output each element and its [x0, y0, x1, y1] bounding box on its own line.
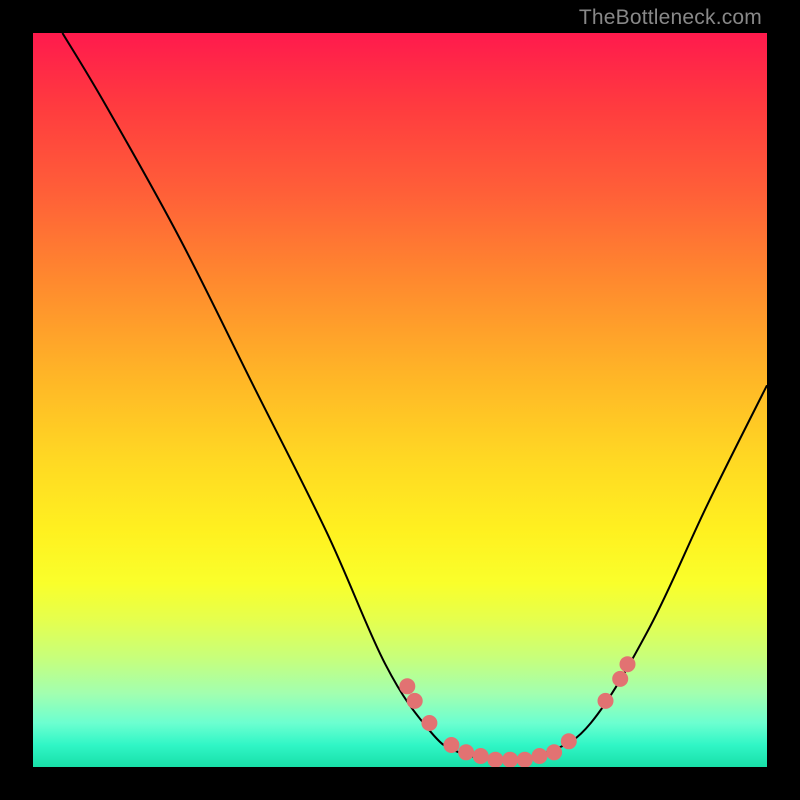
data-dot [598, 693, 614, 709]
data-dot [487, 752, 503, 767]
chart-frame: TheBottleneck.com [0, 0, 800, 800]
data-dot [421, 715, 437, 731]
data-dot [517, 752, 533, 767]
bottleneck-curve [62, 33, 767, 760]
data-dot [612, 671, 628, 687]
data-dot [532, 748, 548, 764]
data-dot [561, 733, 577, 749]
data-dot [443, 737, 459, 753]
data-dot [473, 748, 489, 764]
data-dot [546, 744, 562, 760]
attribution-text: TheBottleneck.com [579, 6, 762, 30]
plot-area [33, 33, 767, 767]
data-dot [458, 744, 474, 760]
data-dot [399, 678, 415, 694]
data-dot [620, 656, 636, 672]
data-dot [502, 752, 518, 767]
data-dot [407, 693, 423, 709]
chart-svg [33, 33, 767, 767]
